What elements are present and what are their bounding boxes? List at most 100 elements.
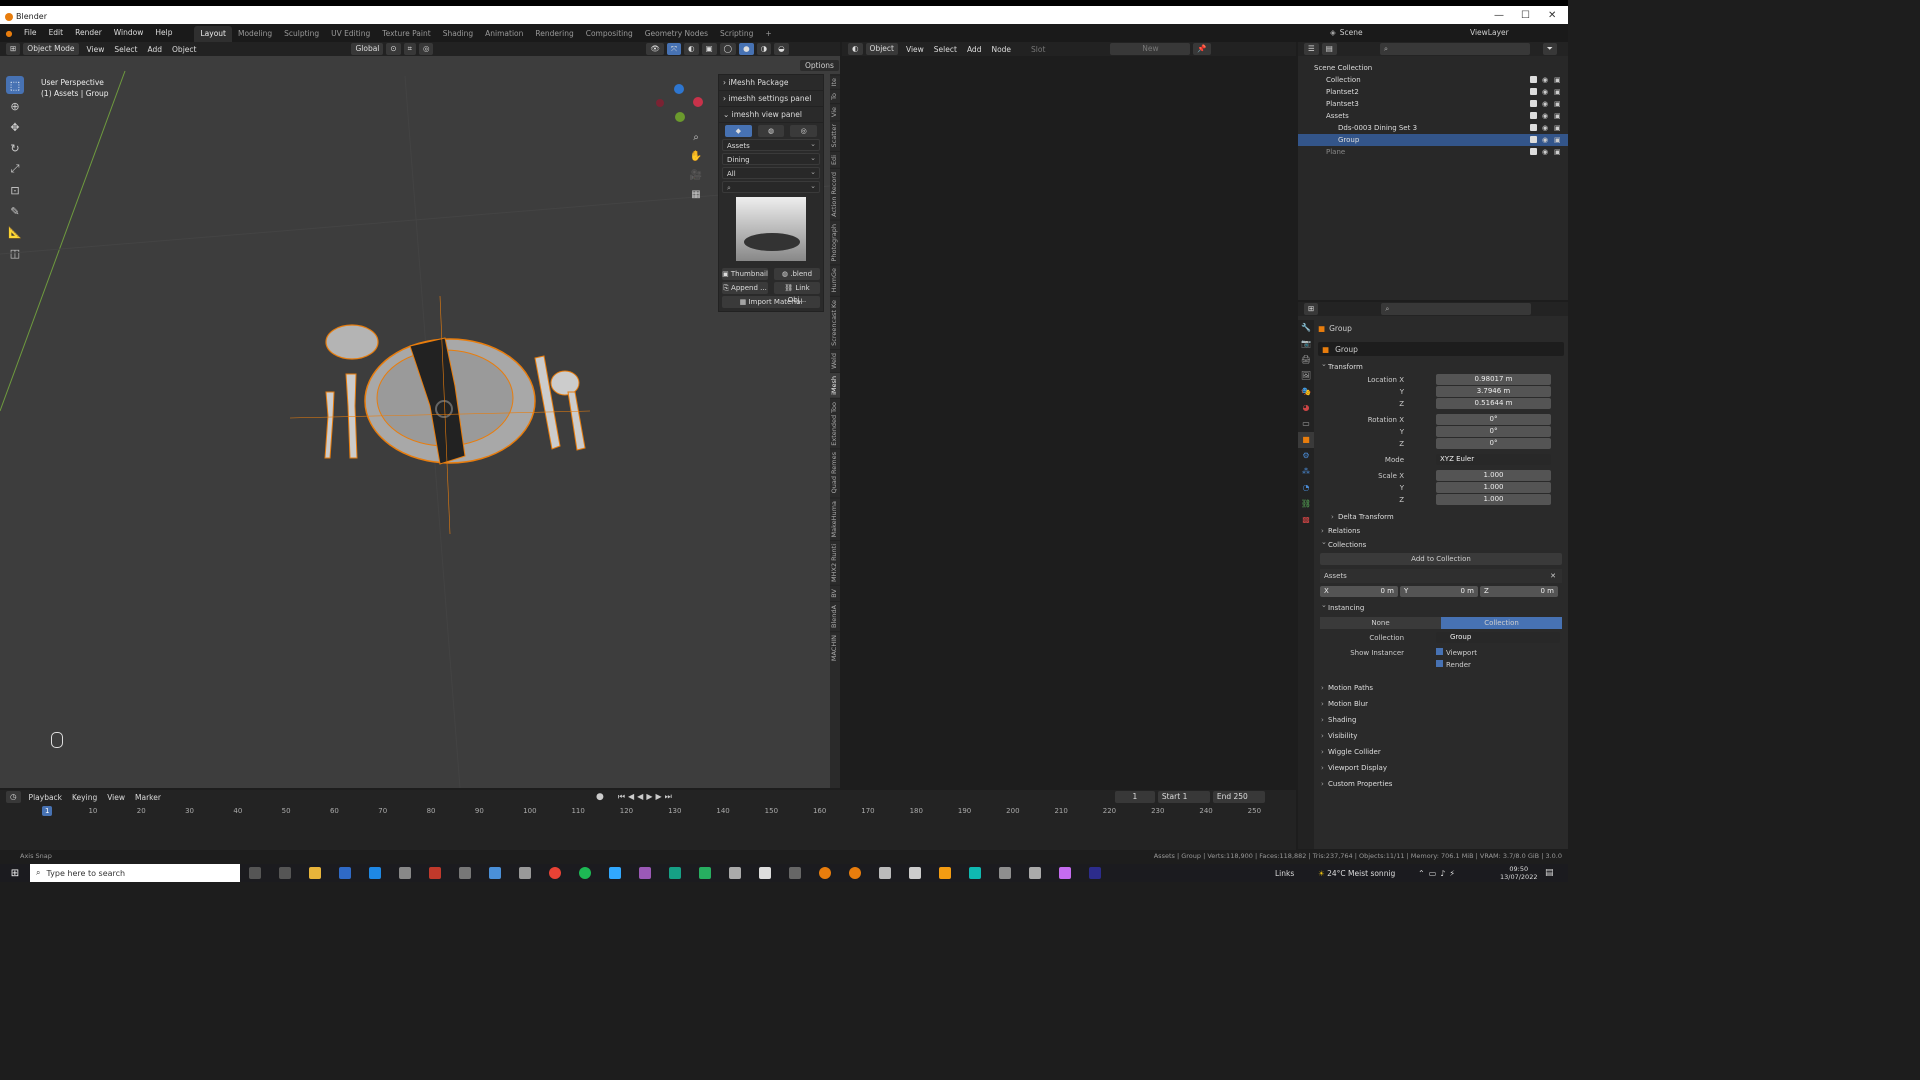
sidebar-tab-bv[interactable]: BV <box>830 585 840 601</box>
outliner-row[interactable]: Plane ◉ ▣ <box>1298 146 1568 158</box>
section-shading[interactable]: Shading <box>1318 713 1564 727</box>
app-icon[interactable] <box>369 867 381 879</box>
sidebar-tab-screencast[interactable]: Screencast Ke <box>830 295 840 349</box>
render-toggle-icon[interactable]: ▣ <box>1554 122 1561 132</box>
asset-thumbnail[interactable] <box>736 197 806 261</box>
exclude-checkbox[interactable] <box>1530 112 1537 119</box>
add-workspace-icon[interactable]: + <box>759 26 777 42</box>
zoom-icon[interactable]: ⌕ <box>689 128 703 147</box>
section-motion-paths[interactable]: Motion Paths <box>1318 681 1564 695</box>
exclude-checkbox[interactable] <box>1530 100 1537 107</box>
tab-scripting[interactable]: Scripting <box>714 26 759 42</box>
tab-compositing[interactable]: Compositing <box>580 26 639 42</box>
node-menu-select[interactable]: Select <box>929 45 962 54</box>
app-icon[interactable] <box>1029 867 1041 879</box>
rotation-z-field[interactable]: 0° <box>1436 438 1551 449</box>
category-dropdown[interactable]: Assets <box>722 138 820 151</box>
app-icon[interactable] <box>969 867 981 879</box>
windows-start-icon[interactable]: ⊞ <box>0 868 30 879</box>
app-icon[interactable] <box>519 867 531 879</box>
app-icon[interactable] <box>879 867 891 879</box>
outliner-row[interactable]: Group ◉ ▣ <box>1298 134 1568 146</box>
shader-node-editor[interactable]: ◐ Object View Select Add Node Slot New 📌 <box>842 42 1296 788</box>
exclude-checkbox[interactable] <box>1530 88 1537 95</box>
app-icon[interactable] <box>999 867 1011 879</box>
playback-controls[interactable]: ⏮◀◀▶▶⏭ <box>618 792 675 802</box>
proportional-edit-icon[interactable]: ◎ <box>418 43 434 55</box>
node-object-dropdown[interactable]: Object <box>865 43 898 55</box>
app-icon[interactable] <box>489 867 501 879</box>
file-explorer-icon[interactable] <box>309 867 321 879</box>
visibility-icon[interactable]: 👁 <box>646 43 665 55</box>
app-icon[interactable] <box>729 867 741 879</box>
blender-taskbar-icon[interactable] <box>819 867 831 879</box>
node-editor-type-icon[interactable]: ◐ <box>848 43 863 55</box>
sidebar-tab-tool[interactable]: To <box>830 89 840 104</box>
location-x-field[interactable]: 0.98017 m <box>1436 374 1551 385</box>
node-menu-view[interactable]: View <box>901 45 929 54</box>
viewport-menu-select[interactable]: Select <box>109 45 142 54</box>
render-toggle-icon[interactable]: ▣ <box>1554 110 1561 120</box>
outliner-row[interactable]: Collection ◉ ▣ <box>1298 74 1568 86</box>
sidebar-tab-action-record[interactable]: Action Record <box>830 167 840 220</box>
thumbnail-button[interactable]: ▣ Thumbnail <box>722 268 768 280</box>
particles-props-icon[interactable]: ⁂ <box>1298 464 1314 480</box>
object-name-field[interactable]: ■ Group <box>1318 342 1564 356</box>
sidebar-tab-weld[interactable]: Weld <box>830 348 840 372</box>
tab-modeling[interactable]: Modeling <box>232 26 278 42</box>
menu-help[interactable]: Help <box>149 24 178 42</box>
node-menu-node[interactable]: Node <box>986 45 1016 54</box>
scale-z-field[interactable]: 1.000 <box>1436 494 1551 505</box>
cortana-icon[interactable] <box>249 867 261 879</box>
constraints-props-icon[interactable]: ⛓ <box>1298 496 1314 512</box>
overlay-icon[interactable]: ◐ <box>684 43 699 55</box>
app-icon[interactable] <box>459 867 471 879</box>
open-blend-button[interactable]: ◍ .blend <box>774 268 820 280</box>
app-icon[interactable] <box>909 867 921 879</box>
world-props-icon[interactable]: ◕ <box>1298 400 1314 416</box>
sidebar-tab-blenda[interactable]: BlendA <box>830 600 840 631</box>
sidebar-tab-edit[interactable]: Edi <box>830 150 840 168</box>
show-instancer-viewport-checkbox[interactable]: Viewport <box>1436 647 1477 659</box>
collection-props-icon[interactable]: ▭ <box>1298 416 1314 432</box>
camera-icon[interactable]: 🎥 <box>689 166 703 185</box>
render-props-icon[interactable]: 📷 <box>1298 336 1314 352</box>
timeline-type-icon[interactable]: ◷ <box>6 791 21 803</box>
slot-dropdown[interactable]: Slot <box>1026 45 1050 54</box>
append-button[interactable]: ⎘ Append ... <box>722 282 768 294</box>
3d-viewport[interactable]: ⬚ ⊕ ✥ ↻ ⤢ ⊡ ✎ 📐 ◫ User Perspective (1) A… <box>0 56 840 788</box>
pin-icon[interactable]: 📌 <box>1193 43 1211 55</box>
instancing-collection-button[interactable]: Collection <box>1441 617 1562 629</box>
outliner-row[interactable]: Scene Collection <box>1298 62 1568 74</box>
photoshop-icon[interactable] <box>609 867 621 879</box>
shading-material-icon[interactable]: ◑ <box>756 43 772 55</box>
viewport-menu-view[interactable]: View <box>82 45 110 54</box>
panel-imeshh-package[interactable]: › iMeshh Package <box>719 75 823 91</box>
timeline[interactable]: ◷ Playback Keying View Marker ● ⏮◀◀▶▶⏭ 1… <box>0 790 1296 850</box>
section-visibility[interactable]: Visibility <box>1318 729 1564 743</box>
app-icon[interactable] <box>1059 867 1071 879</box>
sidebar-tab-view[interactable]: Vie <box>830 103 840 121</box>
hide-eye-icon[interactable]: ◉ <box>1542 98 1549 108</box>
timeline-menu-view[interactable]: View <box>102 793 130 802</box>
asset-search-input[interactable]: ⌕ <box>722 180 820 193</box>
sidebar-tab-machin[interactable]: MACHIN <box>830 630 840 664</box>
view-layer-icon[interactable]: 🖼 <box>1298 368 1314 384</box>
scale-y-field[interactable]: 1.000 <box>1436 482 1551 493</box>
blender-menu-icon[interactable]: ● <box>0 29 18 38</box>
panel-imeshh-settings[interactable]: › imeshh settings panel <box>719 91 823 107</box>
outliner-row[interactable]: Dds-0003 Dining Set 3 ◉ ▣ <box>1298 122 1568 134</box>
shading-wire-icon[interactable]: ◯ <box>719 43 737 55</box>
links-toolbar[interactable]: Links <box>1275 869 1294 878</box>
output-props-icon[interactable]: 🖨 <box>1298 352 1314 368</box>
properties-type-icon[interactable]: ⊞ <box>1304 303 1319 315</box>
render-toggle-icon[interactable]: ▣ <box>1554 98 1561 108</box>
rotation-y-field[interactable]: 0° <box>1436 426 1551 437</box>
outliner-row[interactable]: Plantset2 ◉ ▣ <box>1298 86 1568 98</box>
record-icon[interactable]: ● <box>596 792 604 802</box>
tool-props-icon[interactable]: 🔧 <box>1298 320 1314 336</box>
section-instancing[interactable]: Instancing <box>1318 598 1564 615</box>
section-delta-transform[interactable]: Delta Transform <box>1328 510 1564 524</box>
tab-geometry-nodes[interactable]: Geometry Nodes <box>639 26 714 42</box>
section-transform[interactable]: Transform <box>1318 357 1564 374</box>
